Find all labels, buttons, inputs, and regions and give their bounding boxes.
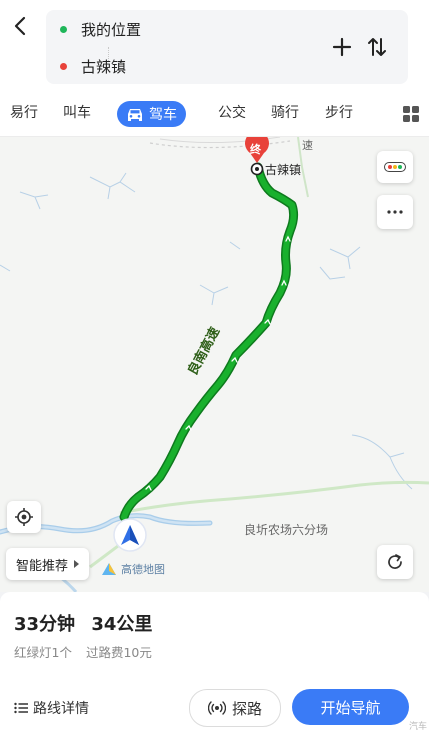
traffic-toggle-button[interactable] [377,151,413,183]
amap-logo-icon [102,563,116,575]
more-options-button[interactable] [377,195,413,229]
tab-cycling[interactable]: 骑行 [271,102,299,122]
chevron-left-icon [14,16,26,36]
end-badge: 终 [250,143,261,156]
explore-label: 探路 [231,699,262,718]
destination-dot [60,63,67,70]
tab-drive[interactable]: 驾车 [117,101,186,127]
route-details-button[interactable]: 路线详情 [14,698,89,718]
tab-yixing[interactable]: 易行 [10,102,38,122]
tab-transit[interactable]: 公交 [218,102,246,122]
swap-icon [368,38,386,56]
current-location-marker [113,518,147,552]
route-details-label: 路线详情 [33,701,89,717]
back-button[interactable] [8,12,32,40]
amap-logo: 高德地图 [100,561,165,577]
traffic-lights-count: 红绿灯1个 [14,645,72,660]
watermark-text: 汽车 [408,722,427,732]
tab-taxi[interactable]: 叫车 [63,102,91,122]
smart-recommend-button[interactable]: 智能推荐 [6,548,90,580]
traffic-light-icon [384,162,406,172]
toll-fee: 过路费10元 [85,645,152,660]
route-summary-headline[interactable]: 33分钟 34公里 [14,610,152,636]
list-icon [14,702,28,714]
route-input-box: 我的位置 古辣镇 [46,10,408,84]
add-waypoint-button[interactable] [332,37,352,57]
swap-button[interactable] [366,36,388,58]
car-icon [128,109,142,121]
smart-recommend-label: 智能推荐 [16,558,69,574]
caret-right-icon [74,560,80,568]
broadcast-icon [207,701,226,715]
locate-me-button[interactable] [7,501,41,533]
refresh-icon [388,554,402,569]
route-distance: 34公里 [91,614,153,635]
more-modes-grid-icon[interactable] [403,106,419,122]
explore-route-button[interactable]: 探路 [189,689,281,727]
origin-dot [60,26,67,33]
destination-field[interactable]: 古辣镇 [60,56,126,77]
place-label: 良圻农场六分场 [244,523,329,537]
amap-logo-text: 高德地图 [121,563,165,576]
map-canvas [0,137,429,592]
route-duration: 33分钟 [14,614,76,635]
refresh-route-button[interactable] [377,545,413,579]
start-navigation-button[interactable]: 开始导航 [292,689,409,725]
route-meta: 红绿灯1个 过路费10元 [14,642,152,661]
plus-icon [332,37,352,57]
destination-map-label: 古辣镇 [265,163,302,177]
tab-walking[interactable]: 步行 [325,102,353,122]
map-view[interactable]: 终 古辣镇 速 良南高速 良圻农场六分场 高德地图 [0,137,429,592]
transport-mode-tabs: 易行 叫车 驾车 公交 骑行 步行 [0,92,429,137]
route-header: 我的位置 古辣镇 [0,0,429,92]
route-summary-panel: 33分钟 34公里 红绿灯1个 过路费10元 路线详情 探路 开始导航 汽车 [0,592,429,734]
locate-icon [15,508,33,526]
tab-drive-label: 驾车 [149,107,177,123]
more-dots-icon [387,210,403,214]
start-navigation-label: 开始导航 [320,698,381,717]
origin-label: 我的位置 [81,21,142,39]
origin-field[interactable]: 我的位置 [60,19,141,40]
destination-label: 古辣镇 [81,58,127,76]
top-road-fragment: 速 [302,139,313,152]
